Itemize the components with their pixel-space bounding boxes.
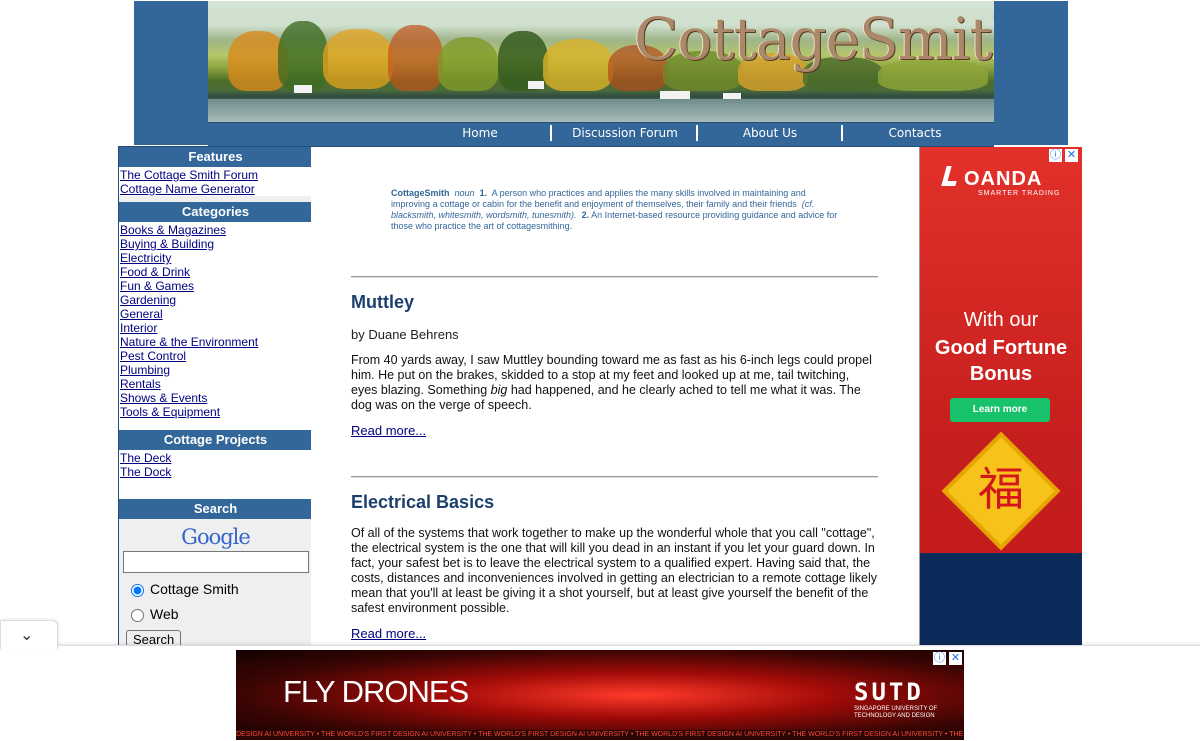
site-definition: CottageSmith noun 1. A person who practi…	[391, 188, 841, 232]
projects-list: The Deck The Dock	[119, 450, 312, 499]
definition-text-1: A person who practices and applies the m…	[391, 188, 806, 209]
article-body: From 40 yards away, I saw Muttley boundi…	[351, 353, 878, 413]
definition-number-2: 2.	[581, 210, 590, 220]
radio-cottage-smith-input[interactable]	[131, 583, 144, 597]
categories-heading: Categories	[119, 202, 312, 222]
ad-info-icon[interactable]: ⓘ	[933, 652, 946, 665]
main-nav: Home Discussion Forum About Us Contacts	[208, 122, 994, 147]
fu-character: 福	[978, 462, 1024, 516]
ad-sutd[interactable]: FLY DRONES SUTD SINGAPORE UNIVERSITY OF …	[236, 650, 964, 740]
radio-cottage-smith-label: Cottage Smith	[150, 581, 239, 597]
category-link[interactable]: Food & Drink	[120, 265, 312, 279]
category-link[interactable]: Interior	[120, 321, 312, 335]
divider	[351, 476, 878, 478]
features-heading: Features	[119, 147, 312, 167]
nav-discussion-forum[interactable]: Discussion Forum	[555, 126, 695, 140]
article-byline: by Duane Behrens	[351, 327, 459, 342]
definition-number-1: 1.	[479, 188, 488, 198]
radio-web-label: Web	[150, 606, 179, 622]
category-link[interactable]: Rentals	[120, 377, 312, 391]
ad-close-icon[interactable]: ✕	[949, 652, 962, 665]
link-the-deck[interactable]: The Deck	[120, 451, 312, 465]
ad-line-2: Good Fortune Bonus	[934, 337, 1068, 385]
nav-contacts[interactable]: Contacts	[845, 126, 985, 140]
definition-term: CottageSmith	[391, 188, 450, 198]
category-link[interactable]: Plumbing	[120, 363, 312, 377]
category-link[interactable]: Gardening	[120, 293, 312, 307]
oanda-brand: OANDA	[964, 168, 1043, 190]
oanda-tagline: SMARTER TRADING	[978, 190, 1061, 197]
category-link[interactable]: Books & Magazines	[120, 223, 312, 237]
google-logo: Google	[119, 525, 312, 549]
google-logo-text: Google	[181, 525, 251, 549]
nav-about-us[interactable]: About Us	[700, 126, 840, 140]
link-cottage-smith-forum[interactable]: The Cottage Smith Forum	[120, 168, 312, 182]
category-link[interactable]: Fun & Games	[120, 279, 312, 293]
site-logo[interactable]: CottageSmith	[634, 5, 994, 73]
sutd-logo: SUTD	[854, 678, 924, 706]
definition-pos: noun	[454, 188, 475, 198]
category-link[interactable]: Pest Control	[120, 349, 312, 363]
learn-more-button[interactable]: Learn more	[950, 398, 1050, 422]
radio-cottage-smith[interactable]: Cottage Smith	[119, 577, 312, 602]
search-form: Google Cottage Smith Web	[119, 519, 312, 627]
category-link[interactable]: Tools & Equipment	[120, 405, 312, 419]
chevron-down-icon: ⌄	[20, 627, 34, 644]
site-header: CottageSmith Home Discussion Forum About…	[134, 1, 1068, 147]
read-more-link[interactable]: Read more...	[351, 626, 426, 641]
divider	[351, 276, 878, 278]
radio-web-input[interactable]	[131, 608, 144, 622]
nav-divider	[696, 125, 698, 141]
oanda-logo-icon	[941, 166, 961, 186]
nav-divider	[550, 125, 552, 141]
spacer	[119, 419, 312, 430]
article-title: Muttley	[351, 292, 414, 312]
features-list: The Cottage Smith Forum Cottage Name Gen…	[119, 167, 312, 196]
ad-info-icon[interactable]: ⓘ	[1049, 149, 1062, 162]
category-link[interactable]: Buying & Building	[120, 237, 312, 251]
ad-line-1: With our	[963, 309, 1039, 331]
category-link[interactable]: Electricity	[120, 251, 312, 265]
article-title: Electrical Basics	[351, 492, 495, 512]
collapse-ad-tab[interactable]: ⌄	[0, 620, 58, 649]
city-skyline	[920, 553, 1082, 645]
cottage-projects-heading: Cottage Projects	[119, 430, 312, 450]
header-banner[interactable]: CottageSmith	[208, 1, 994, 122]
nav-divider	[841, 125, 843, 141]
ad-oanda[interactable]: ⓘ ✕ OANDA SMARTER TRADING With our Good …	[920, 147, 1082, 645]
radio-web[interactable]: Web	[119, 602, 312, 627]
category-link[interactable]: Shows & Events	[120, 391, 312, 405]
nav-home[interactable]: Home	[410, 126, 550, 140]
main-content: CottageSmith noun 1. A person who practi…	[311, 147, 920, 650]
article-body: Of all of the systems that work together…	[351, 526, 877, 615]
link-cottage-name-generator[interactable]: Cottage Name Generator	[120, 182, 312, 196]
category-link[interactable]: Nature & the Environment	[120, 335, 312, 349]
read-more-link[interactable]: Read more...	[351, 423, 426, 438]
search-input[interactable]	[122, 551, 309, 573]
search-heading: Search	[119, 499, 312, 519]
categories-list: Books & Magazines Buying & Building Elec…	[119, 222, 312, 419]
ad-ticker: DESIGN AI UNIVERSITY • THE WORLD'S FIRST…	[236, 730, 964, 740]
category-link[interactable]: General	[120, 307, 312, 321]
article-body-emphasis: big	[490, 383, 508, 397]
link-the-dock[interactable]: The Dock	[120, 465, 312, 479]
sidebar: Features The Cottage Smith Forum Cottage…	[118, 146, 313, 651]
sutd-subtitle: SINGAPORE UNIVERSITY OF TECHNOLOGY AND D…	[854, 706, 938, 719]
ad-headline: FLY DRONES	[283, 674, 469, 709]
ad-close-icon[interactable]: ✕	[1065, 149, 1078, 162]
